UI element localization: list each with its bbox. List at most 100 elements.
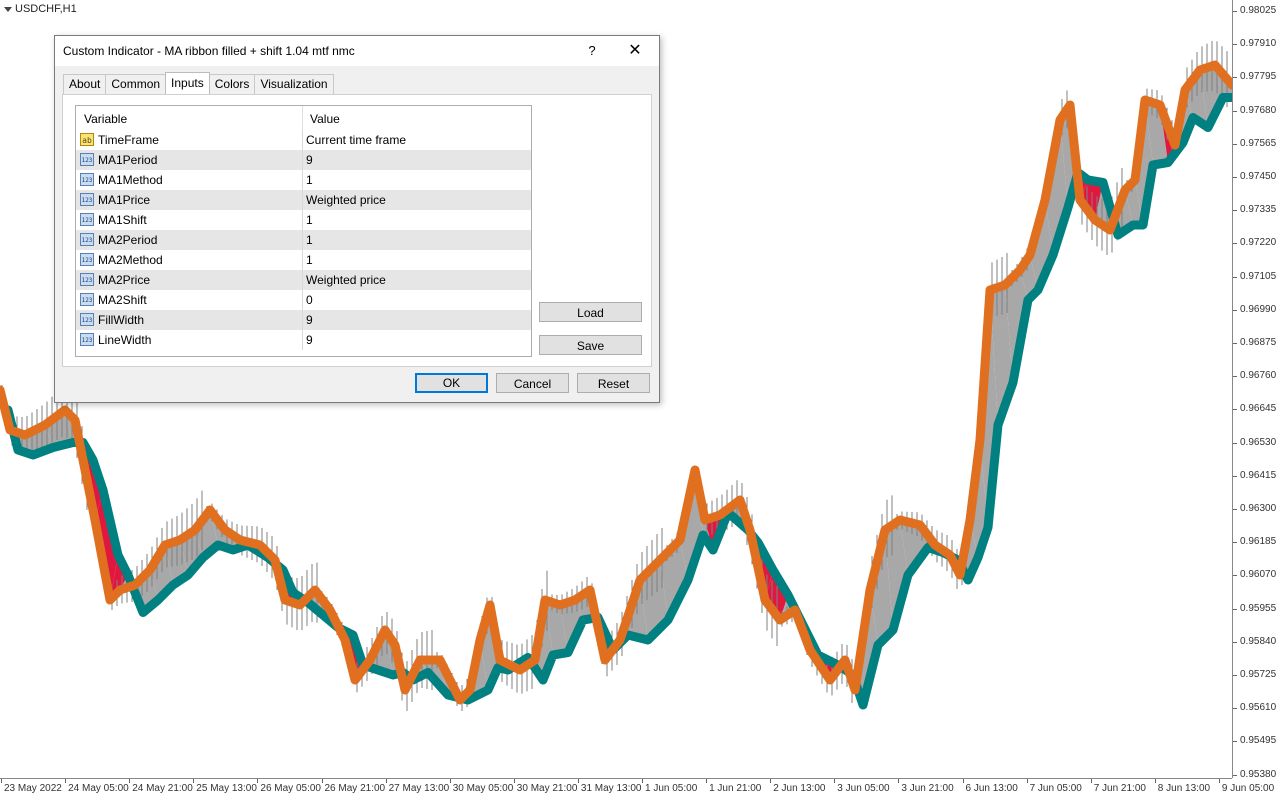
time-tick-label: 8 Jun 13:00	[1157, 783, 1211, 794]
time-tick-label: 25 May 13:00	[196, 783, 257, 794]
number-type-icon: 123	[80, 153, 94, 166]
param-value[interactable]: Weighted price	[306, 273, 386, 287]
param-row[interactable]: 123 MA2Method 1	[76, 250, 531, 271]
load-button[interactable]: Load	[539, 302, 642, 322]
tick-mark	[1, 779, 2, 783]
symbol-label[interactable]: USDCHF,H1	[4, 3, 77, 15]
param-value[interactable]: 1	[306, 173, 313, 187]
string-type-icon: ab	[80, 133, 94, 146]
price-axis[interactable]: 0.98025 0.97910 0.97795 0.97680 0.97565 0.974…	[1232, 0, 1280, 780]
time-tick-label: 24 May 05:00	[68, 783, 129, 794]
param-value[interactable]: 0	[306, 293, 313, 307]
cell-divider	[302, 190, 303, 210]
tick-mark	[1233, 177, 1237, 178]
time-tick-label: 30 May 21:00	[516, 783, 578, 794]
column-header-variable[interactable]: Variable	[84, 112, 127, 126]
tick-mark	[1233, 475, 1237, 477]
price-tick-label: 0.95610	[1240, 702, 1277, 714]
time-tick-label: 9 Jun 05:00	[1221, 783, 1275, 794]
tick-mark	[1233, 409, 1237, 411]
price-tick-label: 0.97795	[1240, 71, 1277, 83]
tab-about[interactable]: About	[63, 74, 107, 94]
param-row[interactable]: 123 MA1Method 1	[76, 170, 531, 191]
ok-button[interactable]: OK	[415, 373, 488, 393]
param-name: MA1Shift	[98, 213, 147, 227]
tick-mark	[385, 779, 387, 783]
param-value[interactable]: Current time frame	[306, 133, 406, 147]
number-type-icon: 123	[80, 313, 94, 326]
param-value[interactable]: Weighted price	[306, 193, 386, 207]
tick-mark	[898, 779, 900, 783]
param-row[interactable]: 123 MA2Period 1	[76, 230, 531, 251]
dialog-tabs: About Common Inputs Colors Visualization	[63, 72, 334, 94]
param-value[interactable]: 9	[306, 153, 313, 167]
tick-mark	[1233, 708, 1237, 710]
cell-divider	[302, 130, 303, 150]
param-name: MA2Shift	[98, 293, 147, 307]
param-value[interactable]: 9	[306, 313, 313, 327]
number-type-icon: 123	[80, 273, 94, 286]
param-row[interactable]: 123 MA2Price Weighted price	[76, 270, 531, 291]
tick-mark	[1233, 675, 1237, 676]
price-tick-label: 0.97335	[1240, 204, 1277, 216]
param-name: MA2Period	[98, 233, 158, 247]
price-tick-label: 0.96875	[1240, 337, 1277, 348]
time-tick-label: 7 Jun 21:00	[1093, 783, 1146, 794]
param-value[interactable]: 9	[306, 333, 313, 347]
tick-mark	[1233, 210, 1237, 212]
save-button[interactable]: Save	[539, 335, 642, 355]
price-tick-label: 0.97220	[1240, 237, 1277, 249]
tab-inputs[interactable]: Inputs	[165, 72, 210, 94]
tick-mark	[1233, 11, 1237, 12]
param-row[interactable]: 123 LineWidth 9	[76, 330, 531, 351]
symbol-text: USDCHF,H1	[15, 3, 77, 15]
tab-common[interactable]: Common	[105, 74, 167, 94]
param-name: MA1Price	[98, 193, 151, 207]
column-header-value[interactable]: Value	[310, 112, 340, 126]
tick-mark	[65, 779, 67, 783]
tick-mark	[577, 779, 579, 783]
help-button[interactable]: ?	[581, 40, 603, 62]
time-tick-label: 24 May 21:00	[132, 783, 193, 794]
time-tick-label: 23 May 2022	[4, 783, 62, 794]
tick-mark	[706, 779, 708, 783]
price-tick-label: 0.96415	[1240, 469, 1277, 481]
tick-mark	[193, 779, 195, 783]
time-tick-label: 26 May 05:00	[260, 783, 321, 794]
cancel-button[interactable]: Cancel	[496, 373, 569, 393]
tick-mark	[1233, 741, 1237, 743]
param-name: MA1Method	[98, 173, 163, 187]
price-tick-label: 0.96760	[1240, 370, 1277, 382]
column-divider[interactable]	[302, 106, 303, 130]
param-row[interactable]: 123 MA2Shift 0	[76, 290, 531, 311]
time-axis[interactable]: 23 May 2022 24 May 05:00 24 May 21:00 25 Ma…	[0, 778, 1274, 801]
time-tick-label: 6 Jun 13:00	[965, 783, 1018, 794]
param-value[interactable]: 1	[306, 233, 313, 247]
tick-mark	[1233, 276, 1237, 278]
param-row[interactable]: 123 MA1Period 9	[76, 150, 531, 171]
param-row[interactable]: 123 MA1Shift 1	[76, 210, 531, 231]
price-tick-label: 0.98025	[1240, 5, 1277, 16]
dialog-titlebar[interactable]: Custom Indicator - MA ribbon filled + sh…	[55, 36, 659, 66]
time-tick-label: 7 Jun 05:00	[1029, 783, 1082, 794]
tab-colors[interactable]: Colors	[208, 74, 256, 94]
param-row[interactable]: ab TimeFrame Current time frame	[76, 130, 531, 151]
dropdown-triangle-icon[interactable]	[4, 6, 12, 12]
cell-divider	[302, 270, 303, 290]
tick-mark	[1233, 376, 1237, 378]
price-tick-label: 0.97565	[1240, 137, 1277, 149]
number-type-icon: 123	[80, 173, 94, 186]
tick-mark	[1233, 509, 1237, 510]
param-row[interactable]: 123 MA1Price Weighted price	[76, 190, 531, 211]
time-tick-label: 27 May 13:00	[388, 783, 450, 794]
reset-button[interactable]: Reset	[577, 373, 650, 393]
param-value[interactable]: 1	[306, 213, 313, 227]
param-value[interactable]: 1	[306, 253, 313, 267]
number-type-icon: 123	[80, 233, 94, 246]
cell-divider	[302, 170, 303, 190]
param-row[interactable]: 123 FillWidth 9	[76, 310, 531, 331]
tick-mark	[1233, 143, 1237, 145]
tab-visualization[interactable]: Visualization	[254, 74, 334, 94]
price-tick-label: 0.95380	[1240, 768, 1277, 780]
close-icon[interactable]: ✕	[623, 40, 647, 62]
